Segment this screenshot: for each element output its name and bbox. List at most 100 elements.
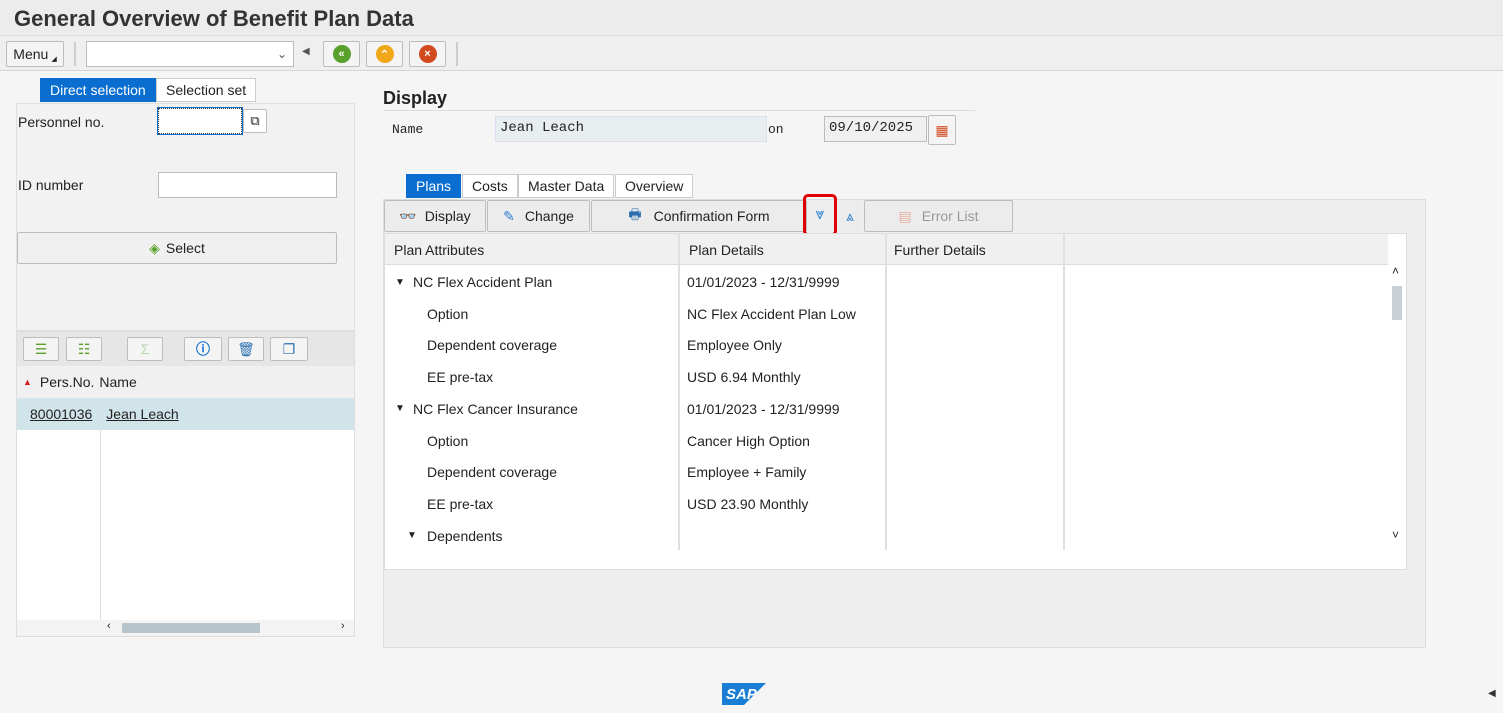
divider <box>456 42 458 66</box>
glasses-icon: 👓 <box>399 207 417 224</box>
section-title: Display <box>383 88 448 108</box>
sum-button[interactable]: Σ <box>127 337 163 361</box>
tree-row[interactable]: EE pre-tax USD 23.90 Monthly <box>385 488 1388 520</box>
display-button[interactable]: 👓 Display <box>384 200 486 232</box>
column-header-name[interactable]: Name <box>99 374 136 390</box>
plan-attribute: NC Flex Accident Plan <box>413 274 553 290</box>
multiple-selection-button[interactable]: ⧉ <box>243 109 267 133</box>
scroll-thumb[interactable] <box>122 623 260 633</box>
plan-detail: NC Flex Accident Plan Low <box>687 305 856 322</box>
list-row[interactable]: 80001036 Jean Leach <box>17 398 354 430</box>
expand-triangle-icon[interactable]: ▼ <box>407 530 417 541</box>
select-button[interactable]: ◈ Select <box>17 232 337 264</box>
page-title: General Overview of Benefit Plan Data <box>14 6 414 31</box>
on-label: on <box>768 122 784 137</box>
column-header-plan-details[interactable]: Plan Details <box>689 242 764 258</box>
name-field: Jean Leach <box>495 116 767 142</box>
collapse-status-icon[interactable]: ◀ <box>1488 688 1496 699</box>
details-button[interactable]: ⓘ <box>184 337 222 361</box>
vertical-scrollbar[interactable]: ˄ ˅ <box>1388 264 1406 550</box>
sap-logo: SAP <box>722 683 766 705</box>
collapse-all-button[interactable]: ⩓ <box>838 200 862 232</box>
pers-no-link[interactable]: 80001036 <box>30 406 92 422</box>
plan-detail: USD 6.94 Monthly <box>687 369 801 386</box>
display-label: Display <box>424 208 471 224</box>
tab-master-data[interactable]: Master Data <box>518 174 615 198</box>
horizontal-scrollbar[interactable]: ‹ › <box>17 620 354 636</box>
id-label: ID number <box>18 177 84 193</box>
confirmation-form-button[interactable]: 🖶 Confirmation Form <box>591 200 807 232</box>
command-field[interactable]: ⌄ <box>86 41 294 67</box>
cancel-button[interactable]: × <box>409 41 446 67</box>
delete-button[interactable]: 🗑 <box>228 337 264 361</box>
plan-detail: 01/01/2023 - 12/31/9999 <box>687 274 840 290</box>
tree-row[interactable]: Option Cancer High Option <box>385 425 1388 457</box>
personnel-input[interactable] <box>157 107 243 135</box>
sort-indicator-icon: ▲ <box>23 377 32 387</box>
tree-row[interactable]: ▼ Dependents <box>385 520 1388 550</box>
tree-row[interactable]: ▼ NC Flex Accident Plan 01/01/2023 - 12/31… <box>385 266 1388 298</box>
scroll-down-icon[interactable]: ˅ <box>1392 528 1399 542</box>
scroll-right-icon[interactable]: › <box>341 620 345 632</box>
plan-attribute: Dependents <box>427 527 503 544</box>
plan-detail: Employee + Family <box>687 464 807 481</box>
name-link[interactable]: Jean Leach <box>106 406 178 422</box>
change-label: Change <box>524 208 574 224</box>
exit-button[interactable]: ⌃ <box>366 41 403 67</box>
tree-row[interactable]: ▼ NC Flex Cancer Insurance 01/01/2023 - 12… <box>385 393 1388 425</box>
expand-triangle-icon[interactable]: ▼ <box>395 277 405 288</box>
plan-detail: USD 23.90 Monthly <box>687 495 809 512</box>
expand-all-button[interactable]: ⩔ <box>803 194 837 236</box>
tree-rows: ▼ NC Flex Accident Plan 01/01/2023 - 12/31… <box>385 266 1388 550</box>
change-button[interactable]: ✎ Change <box>487 200 590 232</box>
plans-tree: Plan Attributes Plan Details Further Det… <box>384 233 1407 570</box>
column-header-pers-no[interactable]: Pers.No. <box>40 374 94 390</box>
tab-label: Selection set <box>166 82 247 98</box>
column-header-plan-attributes[interactable]: Plan Attributes <box>394 242 484 258</box>
tab-plans[interactable]: Plans <box>406 174 462 198</box>
id-input[interactable] <box>158 172 337 198</box>
tab-direct-selection[interactable]: Direct selection <box>40 78 156 102</box>
layout-button[interactable]: ❐ <box>270 337 308 361</box>
date-field[interactable]: 09/10/2025 <box>824 116 927 142</box>
chevron-down-icon: ⌄ <box>276 47 287 61</box>
personnel-label: Personnel no. <box>18 114 105 130</box>
scroll-thumb[interactable] <box>1392 286 1402 320</box>
back-button[interactable]: « <box>323 41 360 67</box>
tab-label: Costs <box>472 178 508 194</box>
plan-attribute: Dependent coverage <box>427 337 557 354</box>
tree-row[interactable]: EE pre-tax USD 6.94 Monthly <box>385 361 1388 393</box>
selection-panel <box>16 103 355 331</box>
sort-descending-icon: ☷ <box>77 340 91 357</box>
plan-attribute: EE pre-tax <box>427 369 494 386</box>
plan-attribute: Option <box>427 432 469 449</box>
sort-descending-button[interactable]: ☷ <box>66 337 102 361</box>
execute-icon: ◈ <box>149 239 160 256</box>
tree-row[interactable]: Dependent coverage Employee + Family <box>385 456 1388 488</box>
tab-label: Direct selection <box>50 82 146 98</box>
expand-all-icon: ⩔ <box>815 206 825 223</box>
tab-label: Plans <box>416 178 452 194</box>
menu-button[interactable]: Menu ◢ <box>6 41 64 67</box>
calendar-button[interactable]: ▦ <box>928 115 956 145</box>
column-header-further-details[interactable]: Further Details <box>894 242 986 258</box>
select-label: Select <box>165 240 205 256</box>
sort-ascending-button[interactable]: ☰ <box>23 337 59 361</box>
tree-row[interactable]: Dependent coverage Employee Only <box>385 329 1388 361</box>
collapse-left-icon[interactable]: ◀ <box>302 46 310 57</box>
confirmation-label: Confirmation Form <box>653 208 770 224</box>
column-divider <box>100 430 101 620</box>
plan-attribute: Dependent coverage <box>427 464 557 481</box>
plan-attribute: NC Flex Cancer Insurance <box>413 400 578 417</box>
tab-overview[interactable]: Overview <box>615 174 694 198</box>
error-list-button[interactable]: ▤ Error List <box>864 200 1013 232</box>
scroll-left-icon[interactable]: ‹ <box>107 620 111 632</box>
info-icon: ⓘ <box>196 341 210 357</box>
collapse-all-icon: ⩓ <box>846 207 854 224</box>
tab-selection-set[interactable]: Selection set <box>156 78 257 102</box>
layout-icon: ❐ <box>282 340 296 357</box>
tree-row[interactable]: Option NC Flex Accident Plan Low <box>385 298 1388 330</box>
expand-triangle-icon[interactable]: ▼ <box>395 403 405 414</box>
scroll-up-icon[interactable]: ˄ <box>1392 264 1399 278</box>
tab-costs[interactable]: Costs <box>462 174 518 198</box>
